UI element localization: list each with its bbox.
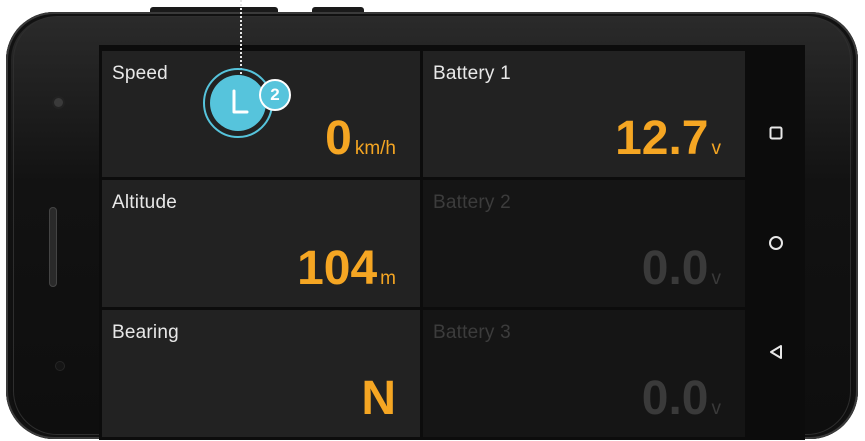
hint-connector: [240, 0, 242, 74]
tile-label: Battery 1: [433, 63, 511, 84]
tile-value: N: [361, 375, 396, 423]
tile-label: Altitude: [112, 192, 177, 213]
tutorial-hint[interactable]: 2: [203, 68, 291, 142]
battery-1-value: 12.7: [615, 112, 709, 165]
battery-2-unit: v: [711, 268, 722, 289]
tile-label: Bearing: [112, 322, 179, 343]
tile-value: 0.0 v: [642, 375, 721, 423]
tile-value: 12.7 v: [615, 115, 721, 163]
home-circle-icon[interactable]: [765, 232, 787, 254]
recents-square-icon[interactable]: [765, 122, 787, 144]
altitude-value: 104: [297, 242, 378, 295]
tile-label: Battery 3: [433, 322, 511, 343]
tile-value: 0 km/h: [325, 115, 396, 163]
battery-1-unit: v: [711, 138, 722, 159]
tile-label: Speed: [112, 63, 168, 84]
tile-battery-1[interactable]: Battery 1 12.7 v: [423, 51, 745, 177]
speed-value: 0: [325, 112, 352, 165]
tile-battery-3[interactable]: Battery 3 0.0 v: [423, 310, 745, 437]
earpiece-speaker: [49, 207, 57, 287]
back-triangle-icon[interactable]: [765, 341, 787, 363]
battery-3-value: 0.0: [641, 372, 709, 425]
battery-3-unit: v: [711, 398, 722, 419]
android-nav-bar: [747, 45, 805, 440]
phone-frame: Speed 0 km/h Battery 1 12.7 v Altitude 104…: [6, 12, 858, 440]
tile-bearing[interactable]: Bearing N: [102, 310, 420, 437]
hint-step-badge: 2: [259, 79, 291, 111]
telemetry-grid: Speed 0 km/h Battery 1 12.7 v Altitude 104…: [102, 51, 745, 437]
tile-battery-2[interactable]: Battery 2 0.0 v: [423, 180, 745, 307]
front-camera: [54, 98, 63, 107]
battery-2-value: 0.0: [641, 242, 709, 295]
tile-label: Battery 2: [433, 192, 511, 213]
tile-value: 0.0 v: [642, 245, 721, 293]
proximity-sensor: [56, 362, 64, 370]
tile-value: 104 m: [297, 245, 396, 293]
bearing-value: N: [361, 372, 396, 425]
tile-altitude[interactable]: Altitude 104 m: [102, 180, 420, 307]
altitude-unit: m: [380, 268, 396, 289]
device-mockup: Speed 0 km/h Battery 1 12.7 v Altitude 104…: [0, 0, 865, 441]
speed-unit: km/h: [354, 138, 396, 159]
clock-icon: [210, 75, 266, 131]
